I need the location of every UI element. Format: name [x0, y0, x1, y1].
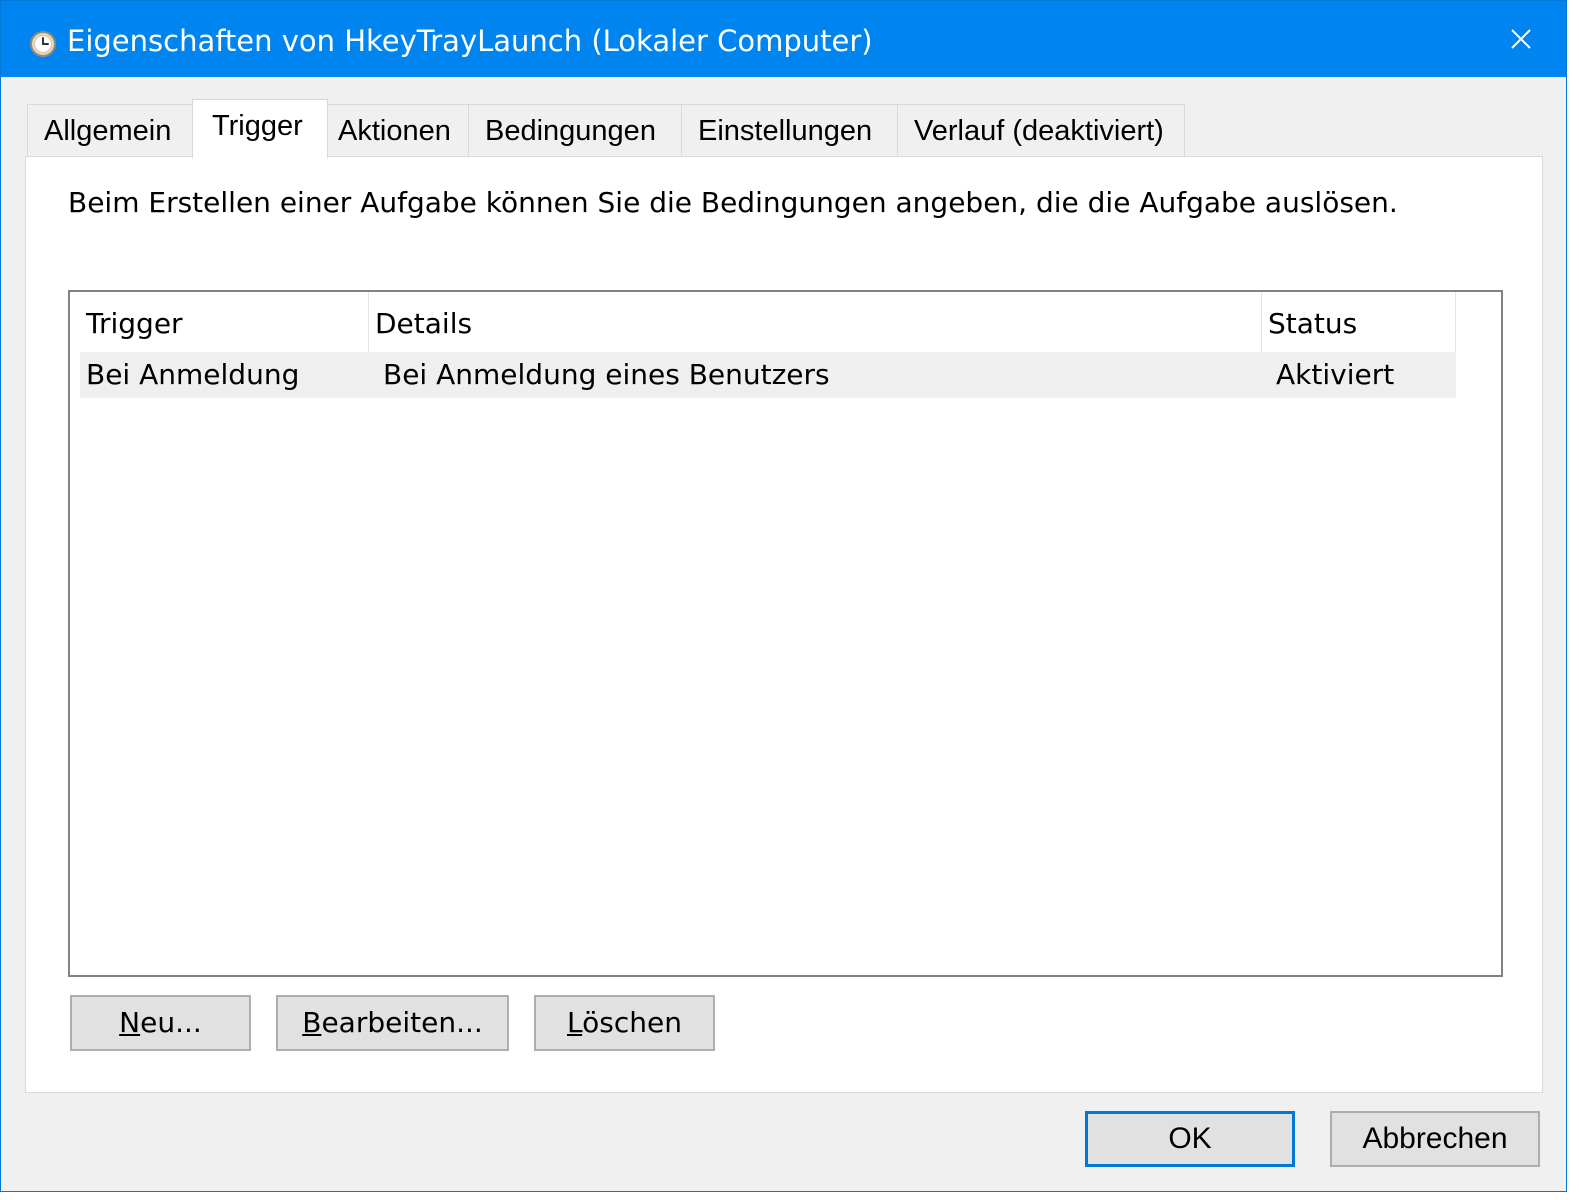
- trigger-tab-panel: Beim Erstellen einer Aufgabe können Sie …: [25, 156, 1543, 1093]
- close-button[interactable]: [1476, 1, 1566, 77]
- column-header-status[interactable]: Status: [1262, 292, 1456, 352]
- cell-status: Aktiviert: [1276, 358, 1395, 391]
- edit-button-label: earbeiten...: [321, 1006, 483, 1039]
- tab-einstellungen[interactable]: Einstellungen: [681, 104, 899, 157]
- tab-aktionen[interactable]: Aktionen: [326, 104, 470, 157]
- tab-verlauf[interactable]: Verlauf (deaktiviert): [897, 104, 1185, 157]
- cell-details: Bei Anmeldung eines Benutzers: [383, 358, 830, 391]
- panel-description: Beim Erstellen einer Aufgabe können Sie …: [68, 186, 1398, 219]
- tab-trigger[interactable]: Trigger: [192, 99, 328, 159]
- delete-button-accel: L: [567, 1006, 583, 1039]
- delete-button[interactable]: Löschen: [534, 995, 715, 1051]
- column-header-trigger[interactable]: Trigger: [80, 292, 369, 352]
- edit-button-accel: B: [302, 1006, 322, 1039]
- ok-button[interactable]: OK: [1085, 1111, 1295, 1167]
- list-header: Trigger Details Status: [80, 292, 1456, 352]
- window-title: Eigenschaften von HkeyTrayLaunch (Lokale…: [67, 24, 873, 58]
- cell-trigger: Bei Anmeldung: [86, 358, 300, 391]
- properties-dialog: Eigenschaften von HkeyTrayLaunch (Lokale…: [0, 0, 1567, 1192]
- tab-allgemein[interactable]: Allgemein: [27, 104, 194, 157]
- edit-button[interactable]: Bearbeiten...: [276, 995, 509, 1051]
- task-clock-icon: [30, 31, 56, 57]
- close-icon: [1511, 29, 1531, 49]
- cancel-button[interactable]: Abbrechen: [1330, 1111, 1540, 1167]
- tab-bedingungen[interactable]: Bedingungen: [468, 104, 683, 157]
- delete-button-label: öschen: [582, 1006, 682, 1039]
- title-bar[interactable]: Eigenschaften von HkeyTrayLaunch (Lokale…: [1, 1, 1566, 77]
- new-button-label: eu...: [140, 1006, 202, 1039]
- trigger-list[interactable]: Trigger Details Status Bei Anmeldung Bei…: [68, 290, 1503, 977]
- column-header-details[interactable]: Details: [369, 292, 1262, 352]
- table-row[interactable]: Bei Anmeldung Bei Anmeldung eines Benutz…: [80, 352, 1456, 398]
- new-button-accel: N: [119, 1006, 141, 1039]
- new-button[interactable]: Neu...: [70, 995, 251, 1051]
